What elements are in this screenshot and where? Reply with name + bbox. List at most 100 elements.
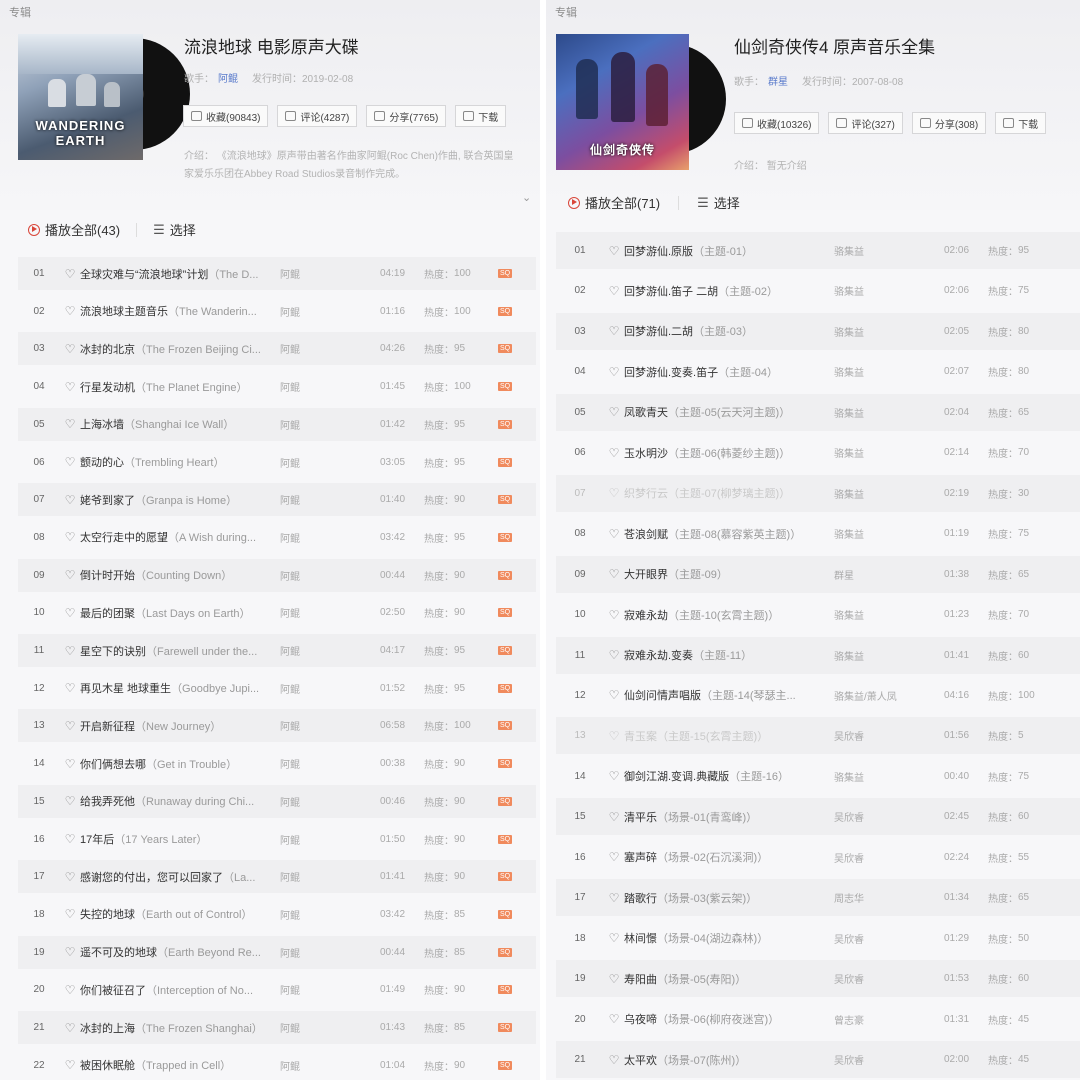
heart-icon[interactable]: ♡ [60, 945, 80, 959]
track-title[interactable]: 寂难永劫.变奏（主题-11） [624, 647, 834, 663]
table-row[interactable]: 13 ♡ 开启新征程（New Journey） 阿鲲 06:58 热度： 100 SQ [18, 709, 536, 743]
track-title[interactable]: 织梦行云（主题-07(柳梦璃主题)） [624, 485, 834, 501]
heart-icon[interactable]: ♡ [60, 606, 80, 620]
track-title[interactable]: 回梦游仙.原版（主题-01） [624, 243, 834, 259]
table-row[interactable]: 01 ♡ 回梦游仙.原版（主题-01） 骆集益 02:06 热度： 95 [556, 232, 1080, 269]
share-button[interactable]: 分享(308) [911, 112, 987, 134]
track-artist[interactable]: 骆集益 [834, 486, 944, 501]
heart-icon[interactable]: ♡ [60, 757, 80, 771]
heart-icon[interactable]: ♡ [60, 1021, 80, 1035]
table-row[interactable]: 08 ♡ 苍浪剑赋（主题-08(慕容紫英主题)） 骆集益 01:19 热度： 75 [556, 515, 1080, 552]
play-all-button[interactable]: 播放全部(71) [568, 193, 660, 212]
heart-icon[interactable]: ♡ [604, 608, 624, 622]
table-row[interactable]: 06 ♡ 颤动的心（Trembling Heart） 阿鲲 03:05 热度： 95 SQ [18, 446, 536, 479]
heart-icon[interactable]: ♡ [60, 304, 80, 318]
track-title[interactable]: 塞声碎（场景-02(石沉溪洞)） [624, 849, 834, 865]
select-button[interactable]: ☰ 选择 [697, 193, 740, 212]
track-title[interactable]: 仙剑问情声唱版（主题-14(琴瑟主... [624, 687, 834, 703]
track-title[interactable]: 御剑江湖.变调.典藏版（主题-16） [624, 768, 834, 784]
heart-icon[interactable]: ♡ [604, 486, 624, 500]
track-artist[interactable]: 阿鲲 [280, 492, 380, 507]
table-row[interactable]: 09 ♡ 大开眼界（主题-09） 群星 01:38 热度： 65 [556, 555, 1080, 593]
track-artist[interactable]: 阿鲲 [280, 530, 380, 545]
track-artist[interactable]: 阿鲲 [280, 1058, 380, 1073]
track-title[interactable]: 颤动的心（Trembling Heart） [80, 454, 280, 470]
track-artist[interactable]: 骆集益 [834, 243, 944, 258]
heart-icon[interactable]: ♡ [604, 729, 624, 743]
table-row[interactable]: 02 ♡ 流浪地球主题音乐（The Wanderin... 阿鲲 01:16 热度： 100… [18, 295, 536, 328]
track-title[interactable]: 17年后（17 Years Later） [80, 831, 280, 847]
track-artist[interactable]: 阿鲲 [280, 568, 380, 583]
table-row[interactable]: 08 ♡ 太空行走中的愿望（A Wish during... 阿鲲 03:42 热度： 95… [18, 521, 536, 554]
table-row[interactable]: 19 ♡ 寿阳曲（场景-05(寿阳)） 吴欣睿 01:53 热度： 60 [556, 960, 1080, 998]
heart-icon[interactable]: ♡ [60, 832, 80, 846]
track-artist[interactable]: 阿鲲 [280, 718, 380, 733]
heart-icon[interactable]: ♡ [60, 1058, 80, 1072]
track-title[interactable]: 被困休眠舱（Trapped in Cell） [80, 1057, 280, 1073]
heart-icon[interactable]: ♡ [604, 931, 624, 945]
track-title[interactable]: 冰封的北京（The Frozen Beijing Ci... [80, 341, 280, 357]
track-artist[interactable]: 阿鲲 [280, 417, 380, 432]
track-title[interactable]: 大开眼界（主题-09） [624, 566, 834, 582]
track-title[interactable]: 上海冰墙（Shanghai Ice Wall） [80, 416, 280, 432]
comment-button[interactable]: 评论(4287) [277, 105, 358, 127]
chevron-down-icon[interactable]: ⌄ [522, 191, 531, 204]
track-artist[interactable]: 阿鲲 [280, 605, 380, 620]
heart-icon[interactable]: ♡ [604, 769, 624, 783]
heart-icon[interactable]: ♡ [60, 644, 80, 658]
track-artist[interactable]: 骆集益 [834, 769, 944, 784]
heart-icon[interactable]: ♡ [60, 267, 80, 281]
track-title[interactable]: 寂难永劫（主题-10(玄霄主题)） [624, 607, 834, 623]
track-artist[interactable]: 周志华 [834, 890, 944, 905]
table-row[interactable]: 03 ♡ 冰封的北京（The Frozen Beijing Ci... 阿鲲 04:26… [18, 332, 536, 366]
heart-icon[interactable]: ♡ [60, 455, 80, 469]
track-artist[interactable]: 阿鲲 [280, 869, 380, 884]
track-artist[interactable]: 阿鲲 [280, 907, 380, 922]
track-artist[interactable]: 骆集益 [834, 648, 944, 663]
table-row[interactable]: 12 ♡ 仙剑问情声唱版（主题-14(琴瑟主... 骆集益/萧人凤 04:16 热度： 10… [556, 677, 1080, 714]
table-row[interactable]: 14 ♡ 你们俩想去哪（Get in Trouble） 阿鲲 00:38 热度： 90 SQ [18, 747, 536, 780]
track-artist[interactable]: 骆集益 [834, 364, 944, 379]
track-title[interactable]: 回梦游仙.变奏.笛子（主题-04） [624, 364, 834, 380]
table-row[interactable]: 04 ♡ 回梦游仙.变奏.笛子（主题-04） 骆集益 02:07 热度： 80 [556, 353, 1080, 390]
heart-icon[interactable]: ♡ [60, 530, 80, 544]
table-row[interactable]: 11 ♡ 星空下的诀别（Farewell under the... 阿鲲 04:17 热度… [18, 634, 536, 667]
album-cover-wrap[interactable]: 仙剑奇侠传 [556, 34, 726, 170]
heart-icon[interactable]: ♡ [604, 405, 624, 419]
heart-icon[interactable]: ♡ [60, 870, 80, 884]
table-row[interactable]: 05 ♡ 凤歌青天（主题-05(云天河主题)） 骆集益 02:04 热度： 65 [556, 393, 1080, 431]
track-title[interactable]: 星空下的诀别（Farewell under the... [80, 643, 280, 659]
track-artist[interactable]: 吴欣睿 [834, 728, 944, 743]
track-artist[interactable]: 骆集益 [834, 607, 944, 622]
table-row[interactable]: 03 ♡ 回梦游仙.二胡（主题-03） 骆集益 02:05 热度： 80 [556, 312, 1080, 350]
heart-icon[interactable]: ♡ [60, 380, 80, 394]
track-artist[interactable]: 骆集益 [834, 283, 944, 298]
table-row[interactable]: 16 ♡ 17年后（17 Years Later） 阿鲲 01:50 热度： 90 SQ [18, 823, 536, 856]
track-artist[interactable]: 阿鲲 [280, 982, 380, 997]
track-artist[interactable]: 骆集益/萧人凤 [834, 688, 944, 703]
track-title[interactable]: 遥不可及的地球（Earth Beyond Re... [80, 944, 280, 960]
track-title[interactable]: 踏歌行（场景-03(紫云架)） [624, 890, 834, 906]
table-row[interactable]: 17 ♡ 踏歌行（场景-03(紫云架)） 周志华 01:34 热度： 65 [556, 879, 1080, 917]
track-title[interactable]: 最后的团聚（Last Days on Earth） [80, 605, 280, 621]
table-row[interactable]: 07 ♡ 织梦行云（主题-07(柳梦璃主题)） 骆集益 02:19 热度： 30 [556, 474, 1080, 512]
track-title[interactable]: 凤歌青天（主题-05(云天河主题)） [624, 404, 834, 420]
table-row[interactable]: 12 ♡ 再见木星 地球重生（Goodbye Jupi... 阿鲲 01:52 热度： 95… [18, 672, 536, 705]
track-title[interactable]: 流浪地球主题音乐（The Wanderin... [80, 303, 280, 319]
track-title[interactable]: 全球灾难与“流浪地球”计划（The D... [80, 266, 280, 282]
track-title[interactable]: 寿阳曲（场景-05(寿阳)） [624, 971, 834, 987]
heart-icon[interactable]: ♡ [604, 972, 624, 986]
table-row[interactable]: 05 ♡ 上海冰墙（Shanghai Ice Wall） 阿鲲 01:42 热度： 95 SQ [18, 407, 536, 441]
download-button[interactable]: 下载 [455, 105, 507, 127]
track-artist[interactable]: 骆集益 [834, 324, 944, 339]
heart-icon[interactable]: ♡ [60, 417, 80, 431]
heart-icon[interactable]: ♡ [60, 342, 80, 356]
track-artist[interactable]: 阿鲲 [280, 266, 380, 281]
track-title[interactable]: 你们俩想去哪（Get in Trouble） [80, 756, 280, 772]
track-artist[interactable]: 阿鲲 [280, 455, 380, 470]
track-artist[interactable]: 吴欣睿 [834, 971, 944, 986]
collect-button[interactable]: 收藏(10326) [734, 112, 820, 134]
track-artist[interactable]: 阿鲲 [280, 756, 380, 771]
heart-icon[interactable]: ♡ [60, 493, 80, 507]
track-title[interactable]: 你们被征召了（Interception of No... [80, 982, 280, 998]
